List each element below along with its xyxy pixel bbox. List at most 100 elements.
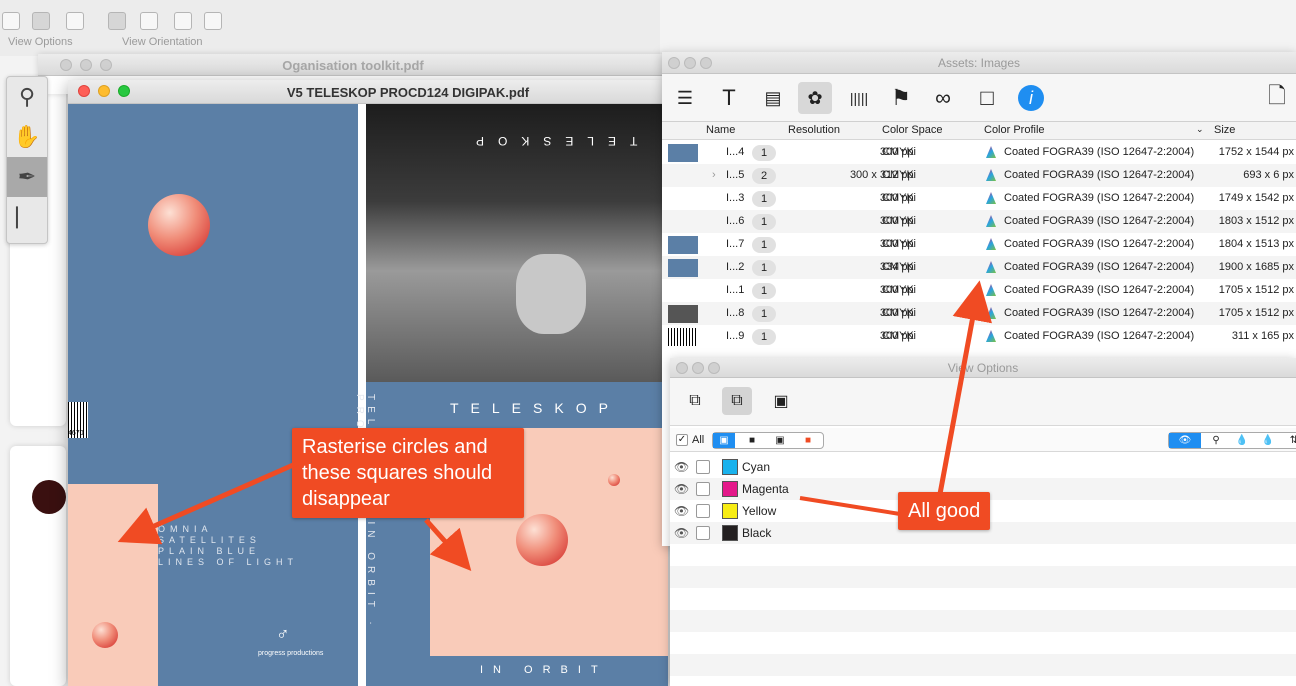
barcode-icon[interactable]: ||||| [842, 82, 876, 114]
row-color-profile: Coated FOGRA39 (ISO 12647-2:2004) [1004, 146, 1195, 158]
page-view-icon[interactable]: ▣ [766, 387, 796, 415]
mode-segmented-control[interactable]: ▣ ■ ▣ ■ [712, 432, 824, 449]
display-segmented-control[interactable]: 👁 ⚲ 💧 💧 ⇅ [1168, 432, 1296, 449]
table-row[interactable]: I...8 1 300 ppi CMYK Coated FOGRA39 (ISO 126… [662, 302, 1296, 325]
page-box-icon[interactable]: □ [970, 82, 1004, 114]
view-overlay-icon[interactable] [32, 12, 50, 30]
link-mode-icon[interactable]: ⚲ [1205, 433, 1227, 448]
row-count-badge: 1 [752, 306, 776, 322]
mode-color-icon[interactable]: ■ [797, 433, 819, 448]
mode-black-icon[interactable]: ■ [741, 433, 763, 448]
visibility-eye-icon[interactable]: 👁 [674, 526, 689, 540]
separation-controls: ✓ All ▣ ■ ▣ ■ 👁 ⚲ 💧 💧 ⇅ [670, 428, 1296, 452]
ink-drop-icon[interactable]: 💧 [1257, 433, 1279, 448]
table-row[interactable]: I...9 1 300 ppi CMYK Coated FOGRA39 (ISO 126… [662, 325, 1296, 348]
view-orientation-label: View Orientation [122, 36, 203, 48]
hand-icon[interactable]: ✋ [7, 117, 47, 157]
left-text-block: OMNIA SATELLITES PLAIN BLUE LINES OF LIG… [158, 524, 298, 568]
overlay-view-icon[interactable]: ⧉ [722, 387, 752, 415]
layers-pdf-icon[interactable]: ▤ [756, 82, 790, 114]
table-row[interactable]: I...6 1 300 ppi CMYK Coated FOGRA39 (ISO 126… [662, 210, 1296, 233]
band-photo: TELESKOP [366, 104, 668, 382]
sort-chevron-icon[interactable]: ⌄ [1196, 124, 1204, 135]
view-page-icon[interactable] [66, 12, 84, 30]
empty-row [670, 654, 1296, 676]
separation-checkbox[interactable] [696, 460, 710, 474]
visibility-eye-icon[interactable]: 👁 [674, 460, 689, 474]
left-line-3: PLAIN BLUE [158, 546, 261, 556]
col-color-profile[interactable]: Color Profile [984, 124, 1045, 136]
row-color-profile: Coated FOGRA39 (ISO 12647-2:2004) [1004, 284, 1195, 296]
single-view-icon[interactable]: ⧉ [680, 387, 710, 415]
row-size: 1803 x 1512 px [1218, 215, 1294, 227]
background-circle [32, 480, 66, 514]
ink-drops-icon[interactable]: 💧 [1231, 433, 1253, 448]
document-window[interactable]: V5 TELESKOP PROCD124 DIGIPAK.pdf TELESKO… [68, 80, 668, 686]
row-size: 693 x 6 px [1243, 169, 1294, 181]
row-name: I...8 [726, 307, 745, 319]
table-row[interactable]: › I...5 2 300 x 312 ppi CMYK Coated FOGRA39 (… [662, 164, 1296, 187]
empty-row [670, 566, 1296, 588]
table-row[interactable]: I...7 1 300 ppi CMYK Coated FOGRA39 (ISO 126… [662, 233, 1296, 256]
row-color-space: CMYK [882, 169, 914, 181]
row-thumbnail [668, 328, 698, 346]
row-name: I...1 [726, 284, 745, 296]
row-size: 1804 x 1513 px [1218, 238, 1294, 250]
color-profile-icon [986, 238, 996, 250]
text-icon[interactable]: T [712, 82, 746, 114]
bottom-left-sphere [92, 622, 118, 648]
color-profile-icon [986, 146, 996, 158]
color-profile-icon [986, 169, 996, 181]
document-canvas[interactable]: TELESKOP TELESKOP TELESKOP · IN ORBIT · … [68, 104, 668, 686]
row-name: I...6 [726, 215, 745, 227]
visibility-eye-icon[interactable]: 👁 [674, 504, 689, 518]
orientation-left-icon[interactable] [204, 12, 222, 30]
path-icon[interactable]: ∞ [926, 82, 960, 114]
separation-swatch [722, 481, 738, 497]
all-label: All [692, 434, 705, 446]
table-row[interactable]: I...3 1 300 ppi CMYK Coated FOGRA39 (ISO 126… [662, 187, 1296, 210]
zoom-icon[interactable]: ⚲ [7, 77, 47, 117]
table-row[interactable]: I...2 1 334 ppi CMYK Coated FOGRA39 (ISO 126… [662, 256, 1296, 279]
table-row[interactable]: I...1 1 300 ppi CMYK Coated FOGRA39 (ISO 126… [662, 279, 1296, 302]
col-resolution[interactable]: Resolution [788, 124, 840, 136]
row-count-badge: 1 [752, 145, 776, 161]
col-name[interactable]: Name [706, 124, 735, 136]
mode-frame-icon[interactable]: ▣ [769, 433, 791, 448]
images-icon[interactable]: ✿ [798, 82, 832, 114]
row-size: 1749 x 1542 px [1218, 192, 1294, 204]
stamp-icon[interactable]: ⚑ [884, 82, 918, 114]
compare-icon[interactable]: ⇅ [1283, 433, 1296, 448]
band-title: TELESKOP [450, 400, 620, 416]
view-options-toolbar: ⧉ ⧉ ▣ [670, 378, 1296, 426]
separation-swatch [722, 503, 738, 519]
list-icon[interactable]: ☰ [668, 82, 702, 114]
separation-checkbox[interactable] [696, 526, 710, 540]
eye-mode-icon[interactable]: 👁 [1169, 433, 1201, 448]
bg-window-title: Oganisation toolkit.pdf [282, 58, 424, 73]
row-name: I...2 [726, 261, 745, 273]
mode-overlay-icon[interactable]: ▣ [713, 433, 735, 448]
empty-row [670, 632, 1296, 654]
row-count-badge: 1 [752, 260, 776, 276]
visibility-eye-icon[interactable]: 👁 [674, 482, 689, 496]
orientation-up-icon[interactable] [108, 12, 126, 30]
col-color-space[interactable]: Color Space [882, 124, 943, 136]
separation-checkbox[interactable] [696, 482, 710, 496]
row-color-space: CMYK [882, 284, 914, 296]
view-single-icon[interactable] [2, 12, 20, 30]
col-size[interactable]: Size [1214, 124, 1235, 136]
row-name: I...3 [726, 192, 745, 204]
expand-chevron-icon[interactable]: › [712, 169, 716, 181]
info-icon[interactable]: i [1014, 82, 1048, 114]
orientation-right-icon[interactable] [140, 12, 158, 30]
all-checkbox[interactable]: ✓ [676, 434, 688, 446]
ruler-icon[interactable]: ⎸ [7, 197, 47, 237]
orientation-down-icon[interactable] [174, 12, 192, 30]
row-name: I...9 [726, 330, 745, 342]
document-icon[interactable]: 🗋 [1260, 82, 1294, 114]
separation-row[interactable]: 👁 Cyan [670, 456, 1296, 478]
separation-checkbox[interactable] [696, 504, 710, 518]
eyedropper-icon[interactable]: ✒ [7, 157, 47, 197]
table-row[interactable]: I...4 1 300 ppi CMYK Coated FOGRA39 (ISO 126… [662, 141, 1296, 164]
